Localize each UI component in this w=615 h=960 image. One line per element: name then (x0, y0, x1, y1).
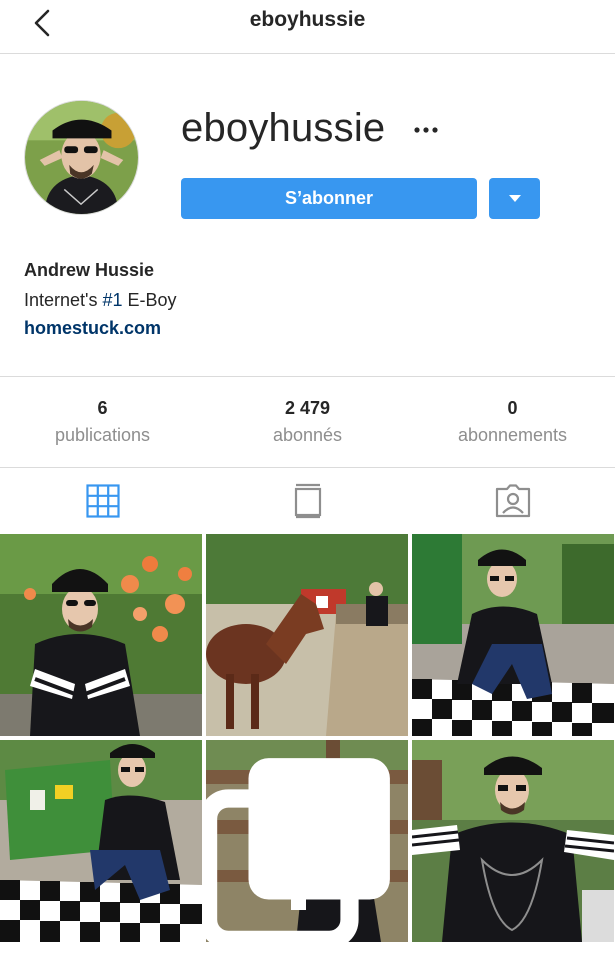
profile-username: eboyhussie (181, 106, 386, 150)
stat-posts: 6 publications (0, 377, 205, 467)
post-grid (0, 534, 615, 944)
stat-followers-label: abonnés (272, 425, 343, 445)
post-image (0, 534, 202, 736)
stat-posts-label: publications (54, 425, 151, 445)
post-thumbnail[interactable] (206, 740, 408, 942)
igtv-icon (294, 483, 321, 519)
grid-icon (85, 484, 120, 518)
stat-followers[interactable]: 2 479 abonnés (205, 377, 410, 467)
bio-full-name: Andrew Hussie (24, 260, 155, 280)
stat-following[interactable]: 0 abonnements (410, 377, 615, 467)
checkered-mat (412, 679, 614, 736)
bio-website-link[interactable]: homestuck.com (24, 318, 161, 339)
post-image (0, 740, 202, 942)
tab-igtv[interactable] (205, 468, 410, 534)
stat-following-value: 0 (507, 398, 518, 418)
more-horizontal-icon (414, 127, 438, 133)
more-options-button[interactable] (412, 118, 440, 142)
post-image (206, 534, 408, 736)
tab-tagged[interactable] (410, 468, 615, 534)
stat-followers-value: 2 479 (284, 398, 331, 418)
bio-hashtag[interactable]: #1 (102, 290, 122, 310)
bio-text: Internet's #1 E-Boy (24, 290, 177, 311)
checkered-mat (0, 880, 202, 942)
top-bar: eboyhussie (0, 0, 615, 54)
post-thumbnail[interactable] (412, 740, 614, 942)
tagged-person-icon (495, 484, 530, 518)
avatar[interactable] (24, 100, 139, 215)
post-thumbnail[interactable] (206, 534, 408, 736)
profile-tabs (0, 468, 615, 534)
carousel-icon (206, 758, 390, 942)
page-title: eboyhussie (249, 8, 366, 31)
post-image (412, 534, 614, 736)
follow-button[interactable]: S’abonner (181, 178, 477, 219)
post-thumbnail[interactable] (0, 534, 202, 736)
post-thumbnail[interactable] (412, 534, 614, 736)
bio-text-after: E-Boy (122, 290, 177, 310)
stat-following-label: abonnements (457, 425, 568, 445)
profile-stats: 6 publications 2 479 abonnés 0 abonnemen… (0, 376, 615, 468)
stat-posts-value: 6 (97, 398, 108, 418)
triangle-down-icon (508, 195, 521, 202)
bio-text-before: Internet's (24, 290, 103, 310)
post-image (412, 740, 614, 942)
avatar-image (25, 101, 138, 214)
tab-grid[interactable] (0, 468, 205, 534)
suggestions-dropdown-button[interactable] (489, 178, 540, 219)
post-thumbnail[interactable] (0, 740, 202, 942)
